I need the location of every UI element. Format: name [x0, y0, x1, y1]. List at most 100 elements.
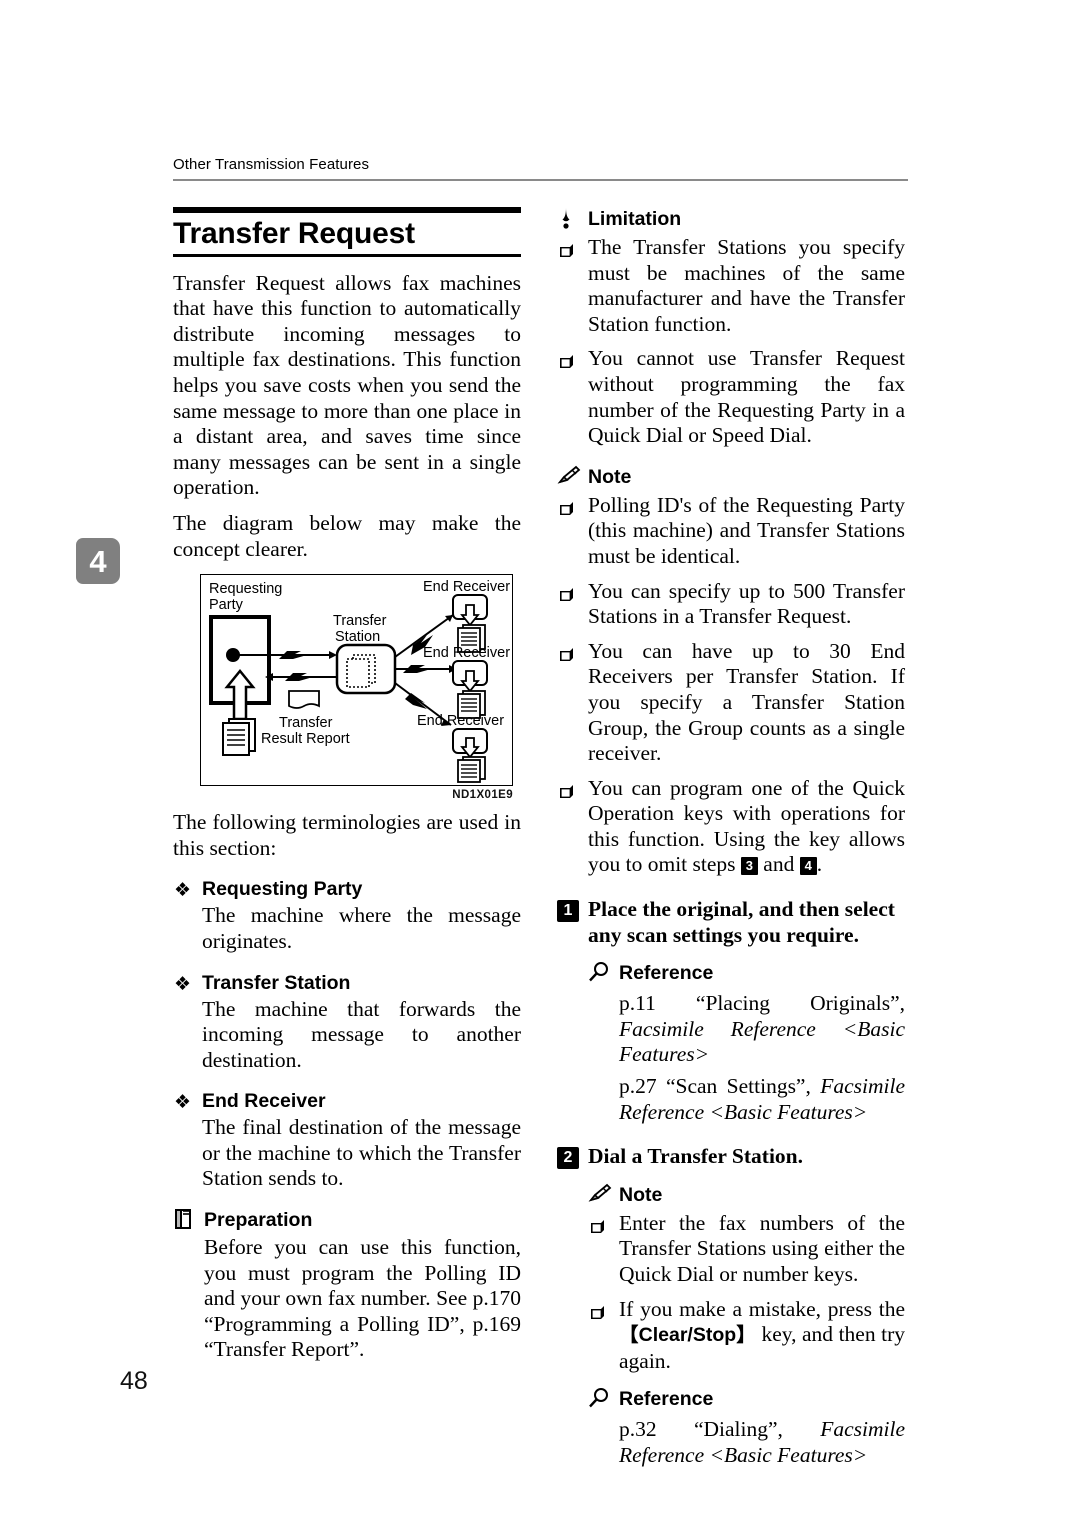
clear-stop-key: 【Clear/Stop】: [619, 1324, 756, 1347]
term-body-transfer-station: The machine that forwards the incoming m…: [202, 996, 521, 1072]
note-list: Polling ID's of the Requesting Party (th…: [557, 493, 905, 878]
term-body-requesting-party: The machine where the message originates…: [202, 903, 521, 953]
step-number-icon: 1: [557, 900, 579, 923]
step-1: 1 Place the original, and then select an…: [557, 897, 905, 948]
reference-label: Reference: [619, 1388, 714, 1411]
square-bullet-icon: [590, 1301, 605, 1319]
list-item-text-suffix: .: [816, 852, 823, 877]
reference-heading: Reference: [588, 961, 905, 985]
book-icon: [173, 1208, 200, 1231]
diagram-lead-paragraph: The diagram below may make the concept c…: [173, 510, 521, 561]
square-bullet-icon: [559, 583, 574, 601]
list-item-text: The Transfer Stations you specify must b…: [588, 235, 905, 336]
document-stack-report: [222, 718, 256, 757]
end-receiver-3: [452, 728, 488, 784]
term-label: Transfer Station: [202, 971, 351, 994]
reference-entry: p.11 “Placing Originals”, Facsimile Refe…: [619, 991, 905, 1068]
right-column: Limitation The Transfer Stations you spe…: [557, 207, 905, 1469]
reference-plain: p.11 “Placing Originals”,: [619, 991, 905, 1016]
svg-text:Result Report: Result Report: [261, 731, 350, 747]
list-item: You can have up to 30 End Receivers per …: [557, 639, 905, 767]
limitation-list: The Transfer Stations you specify must b…: [557, 235, 905, 449]
terminology-lead: The following terminologies are used in …: [173, 810, 521, 860]
limitation-label: Limitation: [588, 208, 682, 230]
list-item-text: If you make a mistake, press the: [619, 1296, 905, 1321]
term-heading-transfer-station: ❖ Transfer Station: [173, 972, 521, 995]
svg-text:Transfer: Transfer: [333, 613, 387, 629]
diamond-bullet-icon: ❖: [174, 972, 192, 995]
reference-entry: p.32 “Dialing”, Facsimile Reference <Bas…: [619, 1417, 905, 1468]
step-2-substep: Note Enter the fax numbers of the Transf…: [588, 1183, 905, 1469]
title-rule-bottom: [173, 253, 521, 257]
term-heading-requesting-party: ❖ Requesting Party: [173, 878, 521, 901]
list-item: Polling ID's of the Requesting Party (th…: [557, 493, 905, 570]
svg-text:End Receiver: End Receiver: [417, 713, 504, 729]
term-label: End Receiver: [202, 1090, 326, 1113]
note-heading: Note: [557, 465, 905, 489]
svg-text:End Receiver: End Receiver: [423, 579, 510, 595]
pencil-icon: [557, 465, 584, 488]
running-header: Other Transmission Features: [173, 156, 370, 173]
step-ref-4: 4: [799, 857, 817, 876]
title-rule-top: [173, 207, 521, 213]
step-number-icon: 2: [557, 1147, 579, 1170]
magnifier-icon: [588, 961, 615, 984]
square-bullet-icon: [590, 1215, 605, 1233]
step-text: Dial a Transfer Station.: [588, 1144, 804, 1169]
term-body-end-receiver: The final destination of the message or …: [202, 1115, 521, 1191]
step-ref-3: 3: [740, 857, 758, 876]
note-heading: Note: [588, 1183, 905, 1207]
list-item-text: Enter the fax numbers of the Transfer St…: [619, 1210, 905, 1286]
square-bullet-icon: [559, 239, 574, 257]
term-heading-end-receiver: ❖ End Receiver: [173, 1090, 521, 1113]
note-label: Note: [588, 465, 632, 488]
figure-code: ND1X01E9: [452, 789, 513, 802]
note-label: Note: [619, 1183, 663, 1206]
square-bullet-icon: [559, 497, 574, 515]
list-item-text: You cannot use Transfer Request without …: [588, 346, 905, 448]
list-item: You can program one of the Quick Operati…: [557, 776, 905, 878]
list-item-text: You can have up to 30 End Receivers per …: [588, 638, 905, 766]
list-item: You can specify up to 500 Transfer Stati…: [557, 579, 905, 630]
diagram-frame: Requesting Party Transfer Result Report …: [200, 574, 513, 787]
list-item-text: Polling ID's of the Requesting Party (th…: [588, 492, 905, 568]
step-text: Place the original, and then select any …: [588, 897, 895, 947]
reference-heading: Reference: [588, 1387, 905, 1411]
end-receiver-1: [452, 594, 488, 654]
square-bullet-icon: [559, 643, 574, 661]
intro-paragraph: Transfer Request allows fax machines tha…: [173, 270, 521, 500]
diamond-bullet-icon: ❖: [174, 1091, 192, 1114]
note-list: Enter the fax numbers of the Transfer St…: [588, 1211, 905, 1375]
manual-page: Other Transmission Features 4 48 Transfe…: [0, 0, 1080, 1528]
preparation-body: Before you can use this function, you mu…: [204, 1235, 521, 1362]
svg-text:Requesting: Requesting: [209, 581, 282, 597]
left-column: Transfer Request Transfer Request allows…: [173, 207, 521, 1363]
transfer-request-diagram: Requesting Party Transfer Result Report …: [200, 574, 513, 801]
page-title: Transfer Request: [173, 217, 415, 250]
svg-text:Party: Party: [209, 597, 244, 613]
page-number: 48: [120, 1367, 148, 1395]
list-item: You cannot use Transfer Request without …: [557, 346, 905, 448]
reference-entry: p.27 “Scan Settings”, Facsimile Referenc…: [619, 1074, 905, 1125]
magnifier-icon: [588, 1387, 615, 1410]
svg-text:Transfer: Transfer: [279, 715, 333, 731]
reference-plain: p.32 “Dialing”,: [619, 1417, 821, 1442]
svg-text:End Receiver: End Receiver: [423, 645, 510, 661]
pencil-icon: [588, 1183, 615, 1206]
diagram-svg: Requesting Party Transfer Result Report …: [209, 579, 510, 784]
list-item-text: You can specify up to 500 Transfer Stati…: [588, 578, 905, 629]
end-receiver-2: [452, 660, 488, 720]
diamond-bullet-icon: ❖: [174, 879, 192, 902]
step-2: 2 Dial a Transfer Station.: [557, 1144, 905, 1170]
preparation-label: Preparation: [204, 1209, 313, 1232]
reference-plain: p.27 “Scan Settings”,: [619, 1074, 821, 1099]
limitation-heading: Limitation: [557, 207, 905, 231]
svg-text:Station: Station: [335, 629, 380, 645]
term-label: Requesting Party: [202, 878, 363, 901]
square-bullet-icon: [559, 350, 574, 369]
list-item: The Transfer Stations you specify must b…: [557, 235, 905, 337]
preparation-heading: Preparation: [173, 1208, 521, 1232]
list-item: If you make a mistake, press the 【Clear/…: [588, 1297, 905, 1375]
step-1-substep: Reference p.11 “Placing Originals”, Facs…: [588, 961, 905, 1125]
list-item: Enter the fax numbers of the Transfer St…: [588, 1211, 905, 1288]
